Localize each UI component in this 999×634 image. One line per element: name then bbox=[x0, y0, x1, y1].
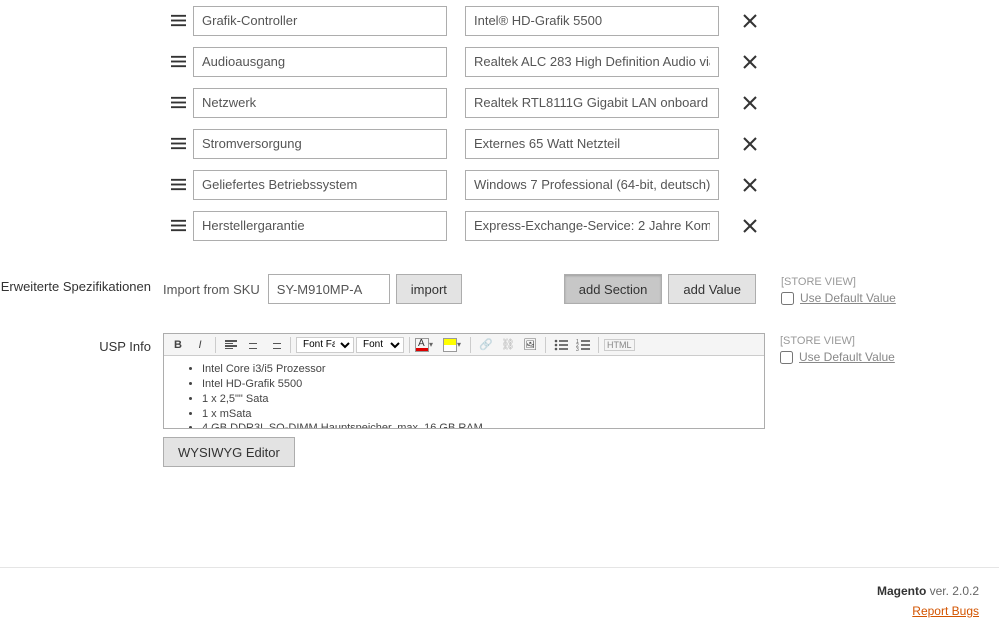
spec-value-input[interactable] bbox=[465, 47, 719, 77]
import-sku-input[interactable] bbox=[268, 274, 390, 304]
spec-value-input[interactable] bbox=[465, 6, 719, 36]
numbered-list-button[interactable]: 123 bbox=[573, 336, 593, 354]
editor-content[interactable]: Intel Core i3/i5 ProzessorIntel HD-Grafi… bbox=[164, 356, 764, 428]
usp-list-item: 1 x 2,5"" Sata bbox=[202, 392, 754, 407]
usp-list-item: 4 GB DDR3L SO-DIMM Hauptspeicher, max. 1… bbox=[202, 421, 754, 428]
usp-list-item: Intel HD-Grafik 5500 bbox=[202, 377, 754, 392]
use-default-checkbox-usp[interactable] bbox=[780, 351, 793, 364]
drag-handle-icon[interactable] bbox=[163, 13, 193, 28]
drag-handle-icon[interactable] bbox=[163, 177, 193, 192]
drag-handle-icon[interactable] bbox=[163, 95, 193, 110]
spec-row bbox=[163, 82, 979, 123]
svg-text:3: 3 bbox=[576, 347, 579, 351]
align-center-button[interactable] bbox=[243, 336, 263, 354]
spec-value-input[interactable] bbox=[465, 88, 719, 118]
usp-info-label: USP Info bbox=[0, 333, 163, 354]
spec-row bbox=[163, 41, 979, 82]
scope-label-usp: [STORE VIEW] bbox=[780, 335, 965, 347]
import-button[interactable]: import bbox=[396, 274, 462, 304]
use-default-label-ext: Use Default Value bbox=[800, 291, 896, 305]
delete-row-button[interactable] bbox=[735, 88, 765, 118]
rich-text-editor[interactable]: B I Font Family Font Size ▾ ▾ 🔗 ⛓ 🖼 bbox=[163, 333, 765, 429]
spec-key-input[interactable] bbox=[193, 47, 447, 77]
font-family-select[interactable]: Font Family bbox=[296, 337, 354, 353]
use-default-label-usp: Use Default Value bbox=[799, 350, 895, 364]
use-default-checkbox-ext[interactable] bbox=[781, 292, 794, 305]
delete-row-button[interactable] bbox=[735, 47, 765, 77]
scope-label-ext: [STORE VIEW] bbox=[781, 276, 966, 288]
align-right-button[interactable] bbox=[265, 336, 285, 354]
html-source-button[interactable]: HTML bbox=[604, 339, 635, 351]
import-from-sku-label: Import from SKU bbox=[163, 282, 260, 297]
delete-row-button[interactable] bbox=[735, 129, 765, 159]
spec-key-input[interactable] bbox=[193, 6, 447, 36]
drag-handle-icon[interactable] bbox=[163, 136, 193, 151]
italic-button[interactable]: I bbox=[190, 336, 210, 354]
spec-key-input[interactable] bbox=[193, 170, 447, 200]
spec-key-input[interactable] bbox=[193, 211, 447, 241]
usp-list-item: 1 x mSata bbox=[202, 407, 754, 422]
wysiwyg-editor-button[interactable]: WYSIWYG Editor bbox=[163, 437, 295, 467]
spec-row bbox=[163, 164, 979, 205]
editor-toolbar: B I Font Family Font Size ▾ ▾ 🔗 ⛓ 🖼 bbox=[164, 334, 764, 356]
spec-row bbox=[163, 123, 979, 164]
footer-version: ver. 2.0.2 bbox=[926, 584, 979, 598]
bulleted-list-button[interactable] bbox=[551, 336, 571, 354]
usp-list-item: Intel Core i3/i5 Prozessor bbox=[202, 362, 754, 377]
font-color-button[interactable] bbox=[415, 338, 429, 352]
font-size-select[interactable]: Font Size bbox=[356, 337, 404, 353]
spec-row bbox=[163, 0, 979, 41]
extended-specs-label: Erweiterte Spezifikationen bbox=[0, 274, 163, 294]
spec-key-input[interactable] bbox=[193, 129, 447, 159]
footer-brand: Magento bbox=[877, 584, 926, 598]
delete-row-button[interactable] bbox=[735, 211, 765, 241]
add-value-button[interactable]: add Value bbox=[668, 274, 756, 304]
spec-rows-label bbox=[0, 0, 163, 5]
report-bugs-link[interactable]: Report Bugs bbox=[912, 604, 979, 618]
link-button[interactable]: 🔗 bbox=[476, 336, 496, 354]
bg-color-dropdown[interactable]: ▾ bbox=[457, 340, 465, 349]
spec-key-input[interactable] bbox=[193, 88, 447, 118]
unlink-button[interactable]: ⛓ bbox=[498, 336, 518, 354]
spec-value-input[interactable] bbox=[465, 170, 719, 200]
footer: Magento ver. 2.0.2 Report Bugs bbox=[0, 567, 999, 634]
spec-value-input[interactable] bbox=[465, 129, 719, 159]
drag-handle-icon[interactable] bbox=[163, 54, 193, 69]
bg-color-button[interactable] bbox=[443, 338, 457, 352]
spec-value-input[interactable] bbox=[465, 211, 719, 241]
align-left-button[interactable] bbox=[221, 336, 241, 354]
bold-button[interactable]: B bbox=[168, 336, 188, 354]
spec-row bbox=[163, 205, 979, 246]
delete-row-button[interactable] bbox=[735, 170, 765, 200]
add-section-button[interactable]: add Section bbox=[564, 274, 663, 304]
delete-row-button[interactable] bbox=[735, 6, 765, 36]
image-button[interactable]: 🖼 bbox=[520, 336, 540, 354]
font-color-dropdown[interactable]: ▾ bbox=[429, 340, 437, 349]
drag-handle-icon[interactable] bbox=[163, 218, 193, 233]
